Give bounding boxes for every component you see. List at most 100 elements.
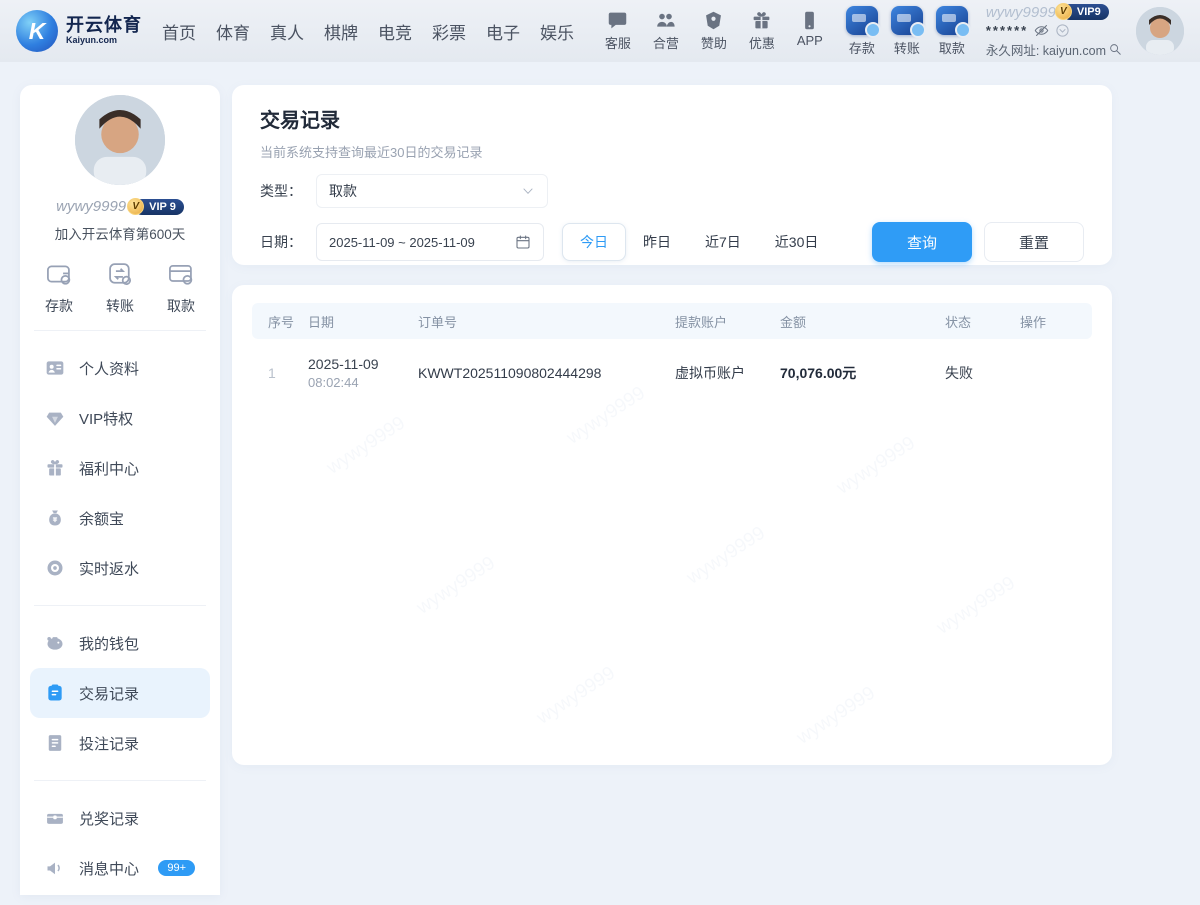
user-avatar[interactable] (1136, 7, 1184, 55)
username: wywy9999 (986, 4, 1056, 21)
id-card-icon (45, 358, 65, 378)
sidebar-menu-group-3: 兑奖记录 消息中心 99+ (20, 781, 220, 905)
sidebar-item-welfare[interactable]: 福利中心 (30, 443, 210, 493)
filter-card: 交易记录 当前系统支持查询最近30日的交易记录 类型： 取款 日期： 2025-… (232, 85, 1112, 265)
col-order-no: 订单号 (412, 303, 669, 339)
vip-label: VIP9 (1077, 6, 1101, 18)
row-date-value: 2025-11-09 (308, 356, 406, 372)
chat-icon (607, 10, 628, 31)
sidebar-item-label: 实时返水 (79, 558, 139, 579)
vip-badge: V VIP 9 (134, 199, 184, 215)
range-yesterday-button[interactable]: 昨日 (626, 223, 688, 261)
transaction-record-icon (45, 683, 65, 703)
nav-item-home[interactable]: 首页 (162, 19, 196, 44)
withdraw-button[interactable]: 取款 (936, 6, 968, 57)
row-index: 1 (252, 339, 302, 407)
logo-mark-icon: K (16, 10, 58, 52)
top-bar: K 开云体育 Kaiyun.com 首页 体育 真人 棋牌 电竞 彩票 电子 娱… (0, 0, 1200, 62)
row-status-badge: 失败 (939, 339, 1014, 407)
rebate-target-icon (45, 558, 65, 578)
col-index: 序号 (252, 303, 302, 339)
sidebar-item-label: 我的钱包 (79, 633, 139, 654)
profile-avatar[interactable] (75, 95, 165, 185)
table-header-row: 序号 日期 订单号 提款账户 金额 状态 操作 (252, 303, 1092, 339)
quick-action-label: 取款 (167, 296, 195, 316)
table-row: 1 2025-11-09 08:02:44 KWWT20251109080244… (252, 339, 1092, 407)
money-menu-label: 存款 (849, 38, 875, 57)
sidebar-item-label: 余额宝 (79, 508, 124, 529)
nav-item-chess[interactable]: 棋牌 (324, 19, 358, 44)
search-button[interactable]: 查询 (872, 222, 972, 262)
calendar-icon (515, 234, 531, 250)
bet-record-icon (45, 733, 65, 753)
chevron-down-circle-icon[interactable] (1055, 23, 1070, 38)
sidebar-item-label: 个人资料 (79, 358, 139, 379)
range-7days-button[interactable]: 近7日 (688, 223, 758, 261)
sidebar-item-label: 消息中心 (79, 858, 139, 879)
sidebar-item-label: 投注记录 (79, 733, 139, 754)
date-range-input[interactable]: 2025-11-09 ~ 2025-11-09 (316, 223, 544, 261)
app-download-button[interactable]: APP (794, 10, 826, 52)
header-icon-menu: 客服 合营 赞助 优惠 APP (602, 10, 826, 52)
row-action (1014, 339, 1092, 407)
row-time-value: 08:02:44 (308, 375, 406, 390)
sidebar-item-yuebao[interactable]: 余额宝 (30, 493, 210, 543)
sidebar-item-label: 交易记录 (79, 683, 139, 704)
watermark-text: wywy9999 (933, 573, 1019, 640)
nav-item-live[interactable]: 真人 (270, 19, 304, 44)
eye-off-icon[interactable] (1034, 23, 1049, 38)
partners-button[interactable]: 合营 (650, 10, 682, 52)
row-date: 2025-11-09 08:02:44 (302, 339, 412, 407)
col-status: 状态 (939, 303, 1014, 339)
sidebar-menu-group-1: 个人资料 VIP特权 福利中心 余额宝 实时返水 (20, 331, 220, 605)
nav-item-entertainment[interactable]: 娱乐 (540, 19, 574, 44)
nav-item-slots[interactable]: 电子 (486, 19, 520, 44)
col-date: 日期 (302, 303, 412, 339)
quick-deposit-button[interactable]: 存款 (44, 260, 74, 316)
sidebar-item-rebate[interactable]: 实时返水 (30, 543, 210, 593)
sidebar-item-vip[interactable]: VIP特权 (30, 393, 210, 443)
sponsor-button[interactable]: 赞助 (698, 10, 730, 52)
icon-menu-label: 合营 (653, 33, 679, 52)
site-logo[interactable]: K 开云体育 Kaiyun.com (16, 10, 142, 52)
logo-title: 开云体育 (66, 16, 142, 36)
date-range-value: 2025-11-09 ~ 2025-11-09 (329, 235, 475, 250)
prize-chest-icon (45, 808, 65, 828)
deposit-button[interactable]: 存款 (846, 6, 878, 57)
row-account: 虚拟币账户 (669, 339, 774, 407)
page-subtitle: 当前系统支持查询最近30日的交易记录 (260, 142, 1084, 161)
sidebar-item-wallet[interactable]: 我的钱包 (30, 618, 210, 668)
sponsor-icon (703, 10, 724, 31)
icon-menu-label: 优惠 (749, 33, 775, 52)
search-icon[interactable] (1108, 42, 1122, 56)
quick-transfer-button[interactable]: 转账 (105, 260, 135, 316)
sidebar-item-redeem[interactable]: 兑奖记录 (30, 793, 210, 843)
sidebar-item-label: 兑奖记录 (79, 808, 139, 829)
avatar-image (75, 95, 165, 185)
main-nav: 首页 体育 真人 棋牌 电竞 彩票 电子 娱乐 (162, 19, 574, 44)
icon-menu-label: APP (797, 33, 823, 48)
transfer-icon (105, 260, 135, 288)
sidebar-item-bets[interactable]: 投注记录 (30, 718, 210, 768)
sidebar-item-label: VIP特权 (79, 408, 133, 429)
promotions-button[interactable]: 优惠 (746, 10, 778, 52)
sidebar-item-profile[interactable]: 个人资料 (30, 343, 210, 393)
range-today-button[interactable]: 今日 (562, 223, 626, 261)
customer-service-button[interactable]: 客服 (602, 10, 634, 52)
range-30days-button[interactable]: 近30日 (758, 223, 836, 261)
nav-item-sports[interactable]: 体育 (216, 19, 250, 44)
quick-withdraw-button[interactable]: 取款 (166, 260, 196, 316)
sidebar-item-messages[interactable]: 消息中心 99+ (30, 843, 210, 893)
vip-label: VIP 9 (149, 201, 176, 213)
permanent-url-label[interactable]: 永久网址: kaiyun.com (986, 40, 1106, 59)
sidebar-item-transactions[interactable]: 交易记录 (30, 668, 210, 718)
type-label: 类型： (260, 181, 302, 201)
reset-button[interactable]: 重置 (984, 222, 1084, 262)
quick-range-group: 今日 昨日 近7日 近30日 (562, 223, 835, 261)
type-select[interactable]: 取款 (316, 174, 548, 208)
transfer-button[interactable]: 转账 (891, 6, 923, 57)
nav-item-esports[interactable]: 电竞 (378, 19, 412, 44)
page-title: 交易记录 (260, 104, 1084, 133)
nav-item-lottery[interactable]: 彩票 (432, 19, 466, 44)
profile-username: wywy9999 (56, 198, 126, 215)
